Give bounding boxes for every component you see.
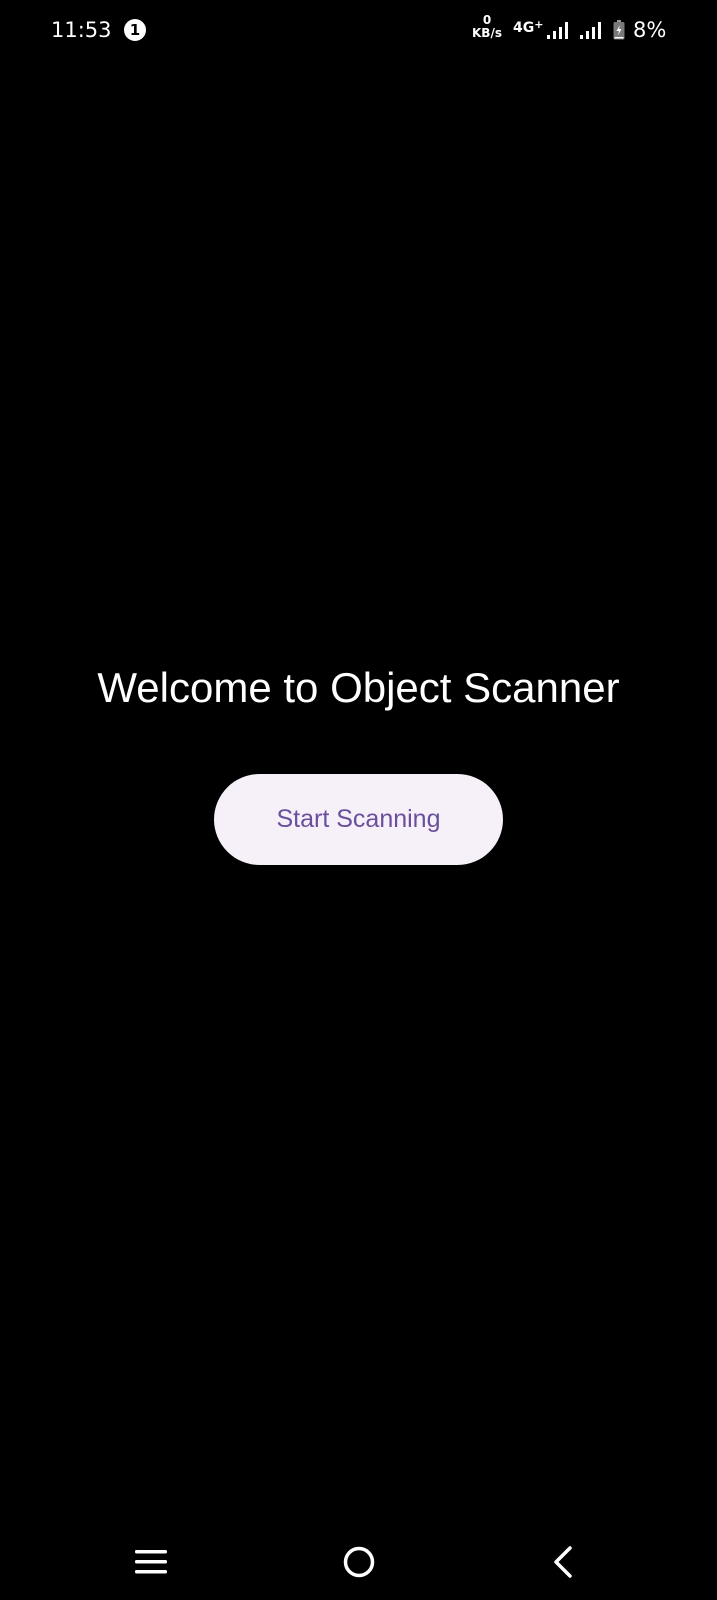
back-icon (544, 1542, 584, 1582)
signal-bars-icon (547, 22, 569, 39)
network-type: 4G+ (513, 18, 544, 36)
status-bar: 11:53 1 0 KB/s 4G+ 8% (0, 0, 717, 62)
network-type-label: 4G (513, 20, 535, 36)
home-icon (339, 1542, 379, 1582)
menu-icon (131, 1542, 171, 1582)
menu-button[interactable] (131, 1542, 171, 1582)
home-button[interactable] (339, 1542, 379, 1582)
welcome-title: Welcome to Object Scanner (97, 664, 620, 711)
signal-bars-icon (580, 22, 602, 39)
network-speed-unit: KB/s (472, 26, 502, 40)
navigation-bar (0, 1520, 717, 1600)
back-button[interactable] (544, 1542, 584, 1582)
network-speed: 0 KB/s (470, 14, 504, 40)
battery-charging-icon (613, 20, 625, 40)
battery-percent: 8% (633, 18, 667, 42)
status-time: 11:53 (51, 18, 112, 42)
notification-badge: 1 (124, 19, 146, 41)
start-scanning-button[interactable]: Start Scanning (214, 774, 503, 865)
network-type-suffix: + (534, 18, 544, 31)
